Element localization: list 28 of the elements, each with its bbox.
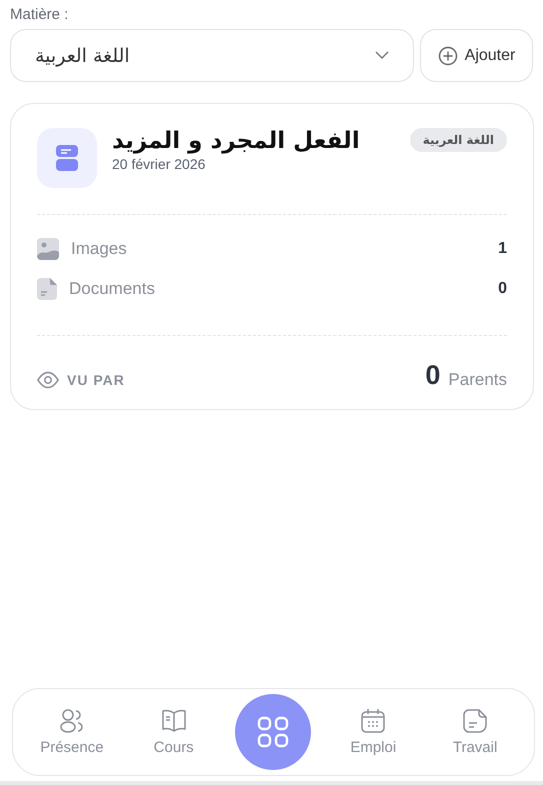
note-icon xyxy=(56,145,78,171)
subject-label: Matière : xyxy=(10,6,70,23)
attachment-label: Documents xyxy=(69,279,156,299)
seen-by-label: VU PAR xyxy=(67,372,126,388)
add-button[interactable]: Ajouter xyxy=(420,29,533,82)
calendar-icon xyxy=(360,708,386,734)
subject-select[interactable]: اللغة العربية xyxy=(10,29,414,82)
nav-tab[interactable]: Emploi xyxy=(333,708,414,756)
lesson-date: 20 février 2026 xyxy=(112,156,206,172)
people-icon xyxy=(58,708,85,734)
document-icon xyxy=(37,278,57,300)
attachment-count: 0 xyxy=(498,280,507,298)
seen-count: 0 xyxy=(425,360,440,391)
seen-unit: Parents xyxy=(448,370,507,390)
eye-icon xyxy=(37,371,59,389)
note-icon xyxy=(462,708,488,734)
nav-tab[interactable]: Cours xyxy=(134,708,214,756)
image-icon xyxy=(37,238,59,260)
grid-icon xyxy=(257,716,290,748)
chevron-down-icon xyxy=(375,51,389,60)
lesson-title: الفعل المجرد و المزيد xyxy=(112,128,360,154)
nav-tab[interactable]: Travail xyxy=(435,708,516,756)
nav-tab[interactable]: Présence xyxy=(32,708,112,756)
book-icon xyxy=(160,708,187,734)
subject-tag: اللغة العربية xyxy=(410,128,507,152)
attachment-count: 1 xyxy=(498,240,507,258)
plus-circle-icon xyxy=(438,46,458,66)
attachment-label: Images xyxy=(71,239,128,259)
